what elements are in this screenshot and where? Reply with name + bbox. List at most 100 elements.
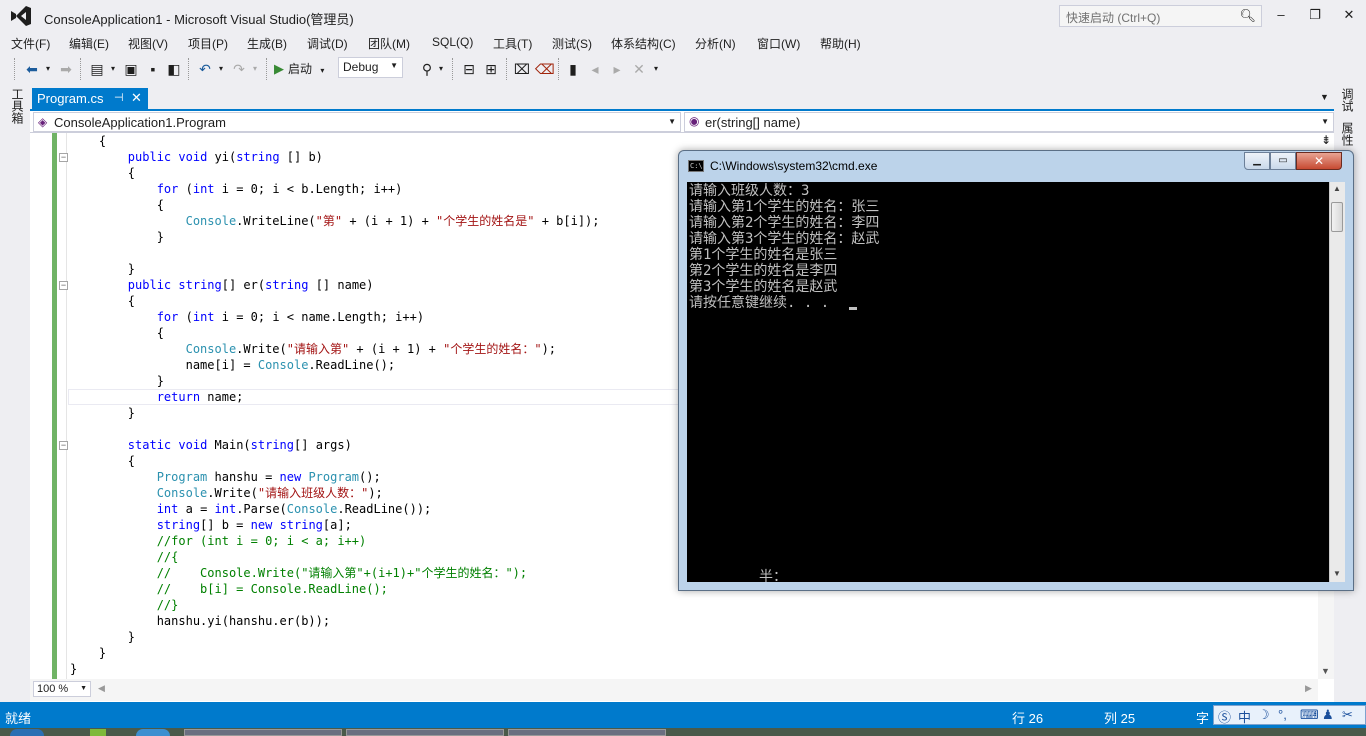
code-line[interactable]: {: [70, 133, 106, 149]
console-maximize-button[interactable]: ▭: [1270, 152, 1296, 170]
scroll-up-icon[interactable]: ▲: [1333, 184, 1341, 193]
debug-tab[interactable]: 调试: [1340, 88, 1356, 112]
taskbar-app-icon[interactable]: [136, 729, 170, 736]
ime-logo-icon[interactable]: Ⓢ: [1218, 707, 1231, 726]
code-line[interactable]: }: [70, 405, 135, 421]
code-line[interactable]: {: [70, 293, 135, 309]
console-minimize-button[interactable]: ▁: [1244, 152, 1270, 170]
save-all-icon[interactable]: ◧: [165, 60, 183, 78]
console-output[interactable]: 请输入班级人数：3 请输入第1个学生的姓名：张三 请输入第2个学生的姓名：李四 …: [687, 182, 1329, 582]
code-line[interactable]: static void Main(string[] args): [70, 437, 352, 453]
code-line[interactable]: Program hanshu = new Program();: [70, 469, 381, 485]
back-dropdown-icon[interactable]: ▾: [43, 60, 53, 78]
scroll-right-icon[interactable]: ▶: [1305, 683, 1312, 694]
close-button[interactable]: ✕: [1338, 5, 1360, 25]
menu-architecture[interactable]: 体系结构(C): [611, 35, 676, 52]
toolbar-options-icon[interactable]: ▾: [651, 60, 661, 78]
ime-keyboard-icon[interactable]: ⌨: [1300, 707, 1319, 723]
solution-configuration-select[interactable]: Debug ▼: [338, 57, 403, 78]
ime-user-icon[interactable]: ♟: [1322, 707, 1334, 723]
code-line[interactable]: // b[i] = Console.ReadLine();: [70, 581, 388, 597]
taskbar-window-button[interactable]: [184, 729, 342, 736]
code-line[interactable]: public void yi(string [] b): [70, 149, 323, 165]
new-dropdown-icon[interactable]: ▾: [108, 60, 118, 78]
close-tab-icon[interactable]: ✕: [131, 90, 142, 106]
ime-toolbar[interactable]: Ⓢ 中 ☽ °, ⌨ ♟ ✂: [1213, 705, 1366, 725]
menu-project[interactable]: 项目(P): [188, 35, 228, 52]
code-line[interactable]: Console.Write("请输入第" + (i + 1) + "个学生的姓名…: [70, 341, 556, 357]
zoom-level-select[interactable]: 100 % ▼: [33, 681, 91, 697]
code-line[interactable]: //for (int i = 0; i < a; i++): [70, 533, 367, 549]
clear-bookmarks-icon[interactable]: ✕: [631, 60, 647, 78]
taskbar-window-button[interactable]: [508, 729, 666, 736]
code-line[interactable]: public string[] er(string [] name): [70, 277, 374, 293]
find-dropdown-icon[interactable]: ▾: [436, 60, 446, 78]
menu-team[interactable]: 团队(M): [368, 35, 410, 52]
scroll-down-icon[interactable]: ▼: [1321, 666, 1330, 676]
code-line[interactable]: name[i] = Console.ReadLine();: [70, 357, 396, 373]
ime-tools-icon[interactable]: ✂: [1342, 707, 1353, 723]
code-line[interactable]: return name;: [70, 389, 244, 405]
code-line[interactable]: }: [70, 373, 164, 389]
menu-file[interactable]: 文件(F): [11, 35, 50, 52]
previous-bookmark-icon[interactable]: ◂: [587, 60, 603, 78]
taskbar-window-button[interactable]: [346, 729, 504, 736]
minimize-button[interactable]: –: [1270, 5, 1292, 25]
code-line[interactable]: int a = int.Parse(Console.ReadLine());: [70, 501, 432, 517]
scroll-down-icon[interactable]: ▼: [1333, 569, 1341, 578]
next-bookmark-icon[interactable]: ▸: [609, 60, 625, 78]
open-file-icon[interactable]: ▣: [122, 60, 140, 78]
scroll-left-icon[interactable]: ◀: [98, 683, 105, 694]
split-window-icon[interactable]: ⇟: [1318, 133, 1334, 151]
menu-window[interactable]: 窗口(W): [757, 35, 800, 52]
code-line[interactable]: {: [70, 165, 135, 181]
bookmark-icon[interactable]: ▮: [565, 60, 581, 78]
code-line[interactable]: }: [70, 629, 135, 645]
editor-horizontal-scrollbar[interactable]: [30, 679, 1318, 701]
solution-explorer-icon[interactable]: ⊟: [460, 60, 478, 78]
quick-launch-input[interactable]: 快速启动 (Ctrl+Q) 🔍︎: [1059, 5, 1262, 27]
menu-help[interactable]: 帮助(H): [820, 35, 861, 52]
code-line[interactable]: // Console.Write("请输入第"+(i+1)+"个学生的姓名：")…: [70, 565, 527, 581]
collapse-icon[interactable]: −: [59, 153, 68, 162]
console-vertical-scrollbar[interactable]: [1329, 182, 1345, 582]
menu-view[interactable]: 视图(V): [128, 35, 168, 52]
console-close-button[interactable]: ✕: [1296, 152, 1342, 170]
code-line[interactable]: }: [70, 261, 135, 277]
comment-icon[interactable]: ⌧: [513, 60, 531, 78]
pin-icon[interactable]: ⊣: [114, 91, 124, 104]
member-selector[interactable]: ◉ er(string[] name) ▼: [684, 112, 1334, 132]
menu-test[interactable]: 测试(S): [552, 35, 592, 52]
code-line[interactable]: {: [70, 197, 164, 213]
console-scroll-thumb[interactable]: [1331, 202, 1343, 232]
code-line[interactable]: for (int i = 0; i < name.Length; i++): [70, 309, 424, 325]
taskbar-app-icon[interactable]: [90, 729, 106, 736]
code-line[interactable]: {: [70, 453, 135, 469]
code-line[interactable]: for (int i = 0; i < b.Length; i++): [70, 181, 403, 197]
menu-analyze[interactable]: 分析(N): [695, 35, 736, 52]
class-selector[interactable]: ◈ ConsoleApplication1.Program ▼: [33, 112, 681, 132]
tab-list-dropdown-icon[interactable]: ▼: [1320, 92, 1329, 102]
ime-halfwidth-icon[interactable]: ☽: [1258, 707, 1270, 723]
code-line[interactable]: string[] b = new string[a];: [70, 517, 352, 533]
code-line[interactable]: Console.WriteLine("第" + (i + 1) + "个学生的姓…: [70, 213, 600, 229]
menu-edit[interactable]: 编辑(E): [69, 35, 109, 52]
ime-punctuation-icon[interactable]: °,: [1278, 707, 1287, 722]
code-line[interactable]: }: [70, 661, 77, 677]
menu-tools[interactable]: 工具(T): [493, 35, 532, 52]
start-debugging-button[interactable]: ▶ 启动 ▾: [274, 59, 324, 79]
console-window[interactable]: C:\ C:\Windows\system32\cmd.exe ▁ ▭ ✕ 请输…: [678, 150, 1354, 591]
redo-icon[interactable]: ↷: [230, 60, 248, 78]
new-project-icon[interactable]: ▤: [88, 60, 106, 78]
properties-icon[interactable]: ⊞: [482, 60, 500, 78]
toolbox-tab[interactable]: 工具箱: [9, 88, 24, 124]
collapse-icon[interactable]: −: [59, 441, 68, 450]
code-line[interactable]: {: [70, 325, 164, 341]
uncomment-icon[interactable]: ⌫: [535, 60, 555, 78]
code-line[interactable]: Console.Write("请输入班级人数：");: [70, 485, 383, 501]
undo-icon[interactable]: ↶: [196, 60, 214, 78]
menu-debug[interactable]: 调试(D): [307, 35, 348, 52]
find-in-files-icon[interactable]: ⚲: [418, 60, 436, 78]
menu-build[interactable]: 生成(B): [247, 35, 287, 52]
save-icon[interactable]: ▪: [144, 60, 162, 78]
